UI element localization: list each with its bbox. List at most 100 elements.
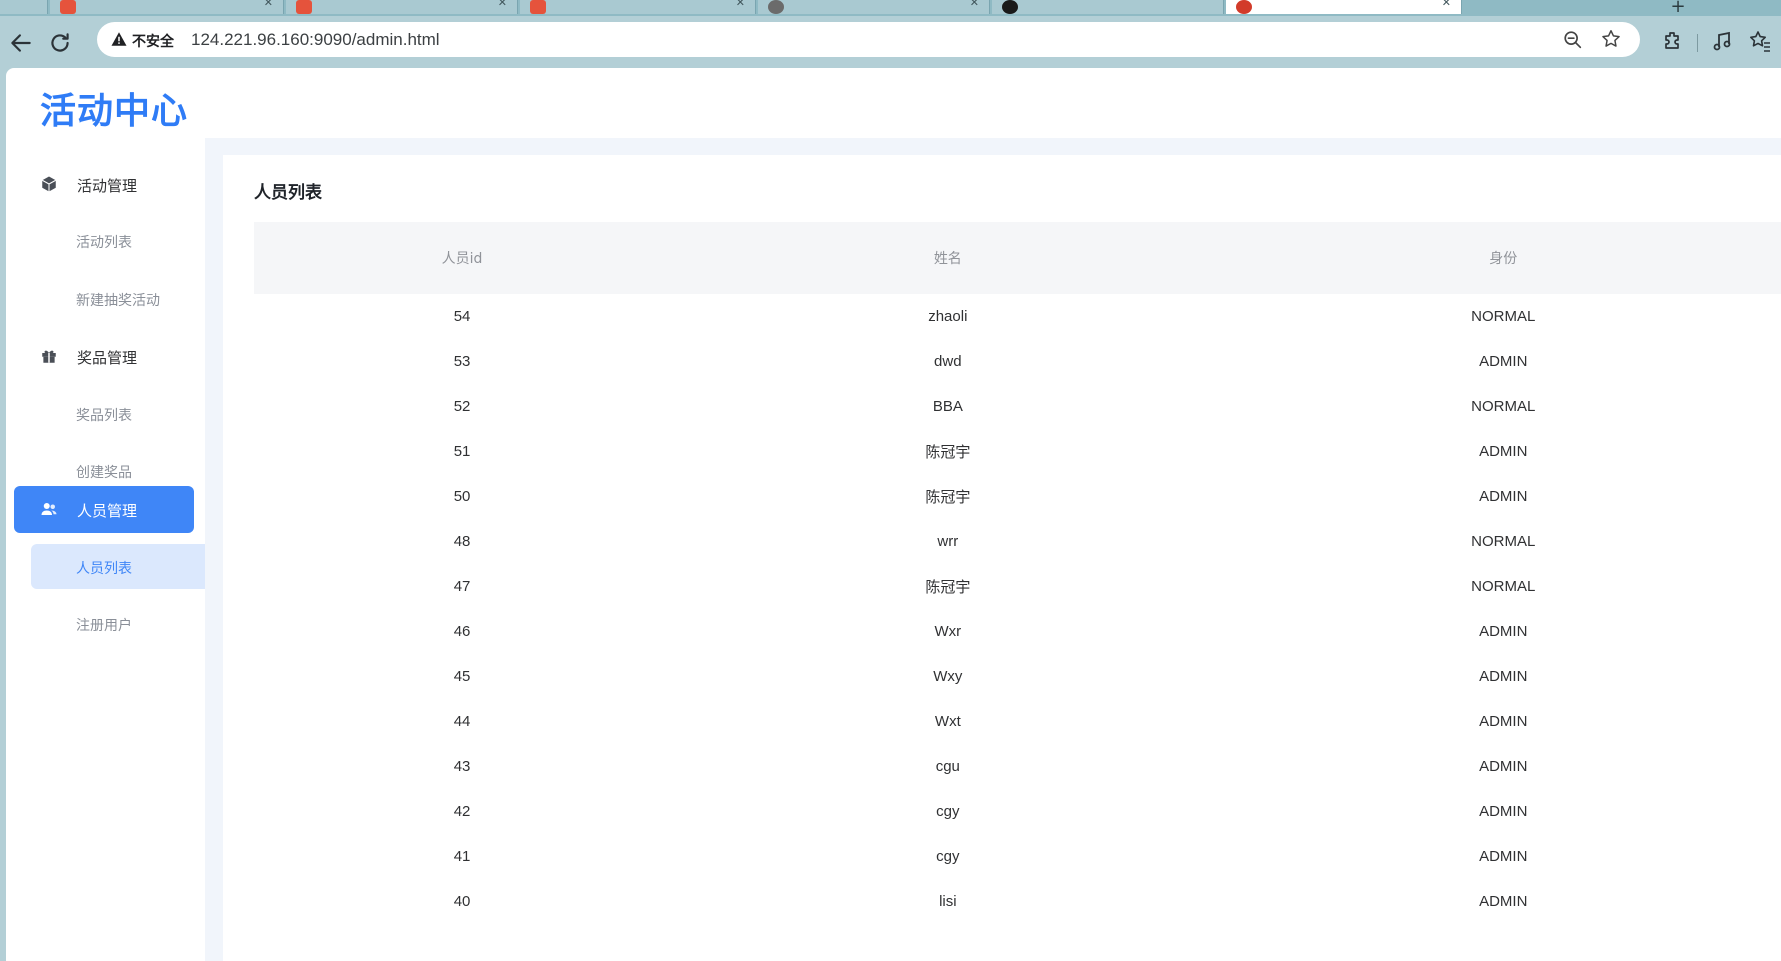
box-icon — [41, 176, 57, 192]
cell-role: NORMAL — [1471, 398, 1536, 415]
tab-close-icon[interactable]: ✕ — [498, 0, 507, 9]
cell-role: ADMIN — [1479, 713, 1528, 730]
cell-id: 43 — [453, 758, 471, 775]
sidebar-group-users[interactable]: 人员管理 — [14, 486, 194, 533]
app-logo[interactable]: 活动中心 — [40, 82, 188, 134]
cell-name: 陈冠宇 — [925, 489, 971, 506]
cell-role: ADMIN — [1479, 668, 1528, 685]
not-secure-label[interactable]: 不安全 — [132, 31, 174, 51]
cell-role: NORMAL — [1471, 578, 1536, 595]
favorites-icon[interactable] — [1748, 29, 1772, 53]
gift-icon — [42, 350, 56, 363]
sidebar-item-label: 新建抽奖活动 — [76, 293, 160, 309]
address-bar[interactable]: 不安全 124.221.96.160:9090/admin.html — [97, 22, 1640, 57]
column-header-name: 姓名 — [933, 251, 962, 267]
tab-close-icon[interactable]: ✕ — [264, 0, 273, 9]
users-icon — [41, 503, 57, 515]
sidebar-item-label: 创建奖品 — [76, 465, 132, 481]
table-row[interactable]: 52 BBA NORMAL — [254, 384, 1781, 429]
table-row[interactable]: 51 陈冠宇 ADMIN — [254, 429, 1781, 474]
cell-name: 陈冠宇 — [925, 444, 971, 461]
tab-close-icon[interactable]: ✕ — [736, 0, 745, 9]
column-header-role: 身份 — [1489, 251, 1518, 267]
cell-role: ADMIN — [1479, 893, 1528, 910]
csdn-favicon-icon — [60, 0, 76, 14]
sidebar-item-label: 活动列表 — [76, 235, 132, 251]
cell-name: lisi — [939, 893, 957, 910]
user-table: 人员id 姓名 身份 54 zhaoli NORMAL 53 dwd ADMIN 52 BBA… — [254, 222, 1781, 924]
browser-tab[interactable]: ✕ — [50, 0, 284, 14]
browser-tab[interactable] — [0, 0, 48, 14]
cell-role: ADMIN — [1479, 353, 1528, 370]
sidebar-group-label: 奖品管理 — [77, 349, 138, 367]
toolbar-divider — [1697, 34, 1698, 52]
table-row[interactable]: 47 陈冠宇 NORMAL — [254, 564, 1781, 609]
sidebar-item-register-user[interactable]: 注册用户 — [31, 601, 205, 646]
table-body: 54 zhaoli NORMAL 53 dwd ADMIN 52 BBA NORMAL 51 陈冠宇… — [254, 294, 1781, 924]
cell-id: 54 — [453, 308, 471, 325]
page-viewport: 活动中心 活动管理 活动列表 新建抽奖活动 奖品管理 奖品列表 创建奖品 人员管… — [6, 68, 1781, 961]
warning-icon[interactable] — [110, 30, 128, 48]
sidebar: 活动管理 活动列表 新建抽奖活动 奖品管理 奖品列表 创建奖品 人员管理 人员列… — [6, 138, 205, 961]
table-row[interactable]: 42 cgy ADMIN — [254, 789, 1781, 834]
back-arrow-icon[interactable] — [8, 30, 34, 56]
cell-role: ADMIN — [1479, 488, 1528, 505]
cell-id: 53 — [453, 353, 471, 370]
table-row[interactable]: 43 cgu ADMIN — [254, 744, 1781, 789]
cell-role: ADMIN — [1479, 623, 1528, 640]
table-header: 人员id 姓名 身份 — [254, 222, 1781, 294]
cell-role: ADMIN — [1479, 803, 1528, 820]
browser-tab[interactable] — [992, 0, 1224, 14]
table-row[interactable]: 48 wrr NORMAL — [254, 519, 1781, 564]
media-music-icon[interactable] — [1710, 29, 1734, 53]
sidebar-item-user-list[interactable]: 人员列表 — [31, 544, 205, 589]
cell-id: 51 — [453, 443, 471, 460]
sidebar-item-prize-list[interactable]: 奖品列表 — [31, 391, 205, 436]
user-list-card: 人员列表 人员id 姓名 身份 54 zhaoli NORMAL 53 dwd ADMIN… — [223, 155, 1781, 961]
csdn-favicon-icon — [296, 0, 312, 14]
browser-tab[interactable]: ✕ — [520, 0, 756, 14]
cell-id: 45 — [453, 668, 471, 685]
table-row[interactable]: 46 Wxr ADMIN — [254, 609, 1781, 654]
sidebar-item-label: 奖品列表 — [76, 408, 132, 424]
reload-icon[interactable] — [47, 30, 73, 56]
sidebar-group-activity[interactable]: 活动管理 — [14, 161, 194, 208]
cell-name: Wxt — [934, 713, 961, 730]
cell-id: 52 — [453, 398, 471, 415]
cell-id: 47 — [453, 578, 471, 595]
table-row[interactable]: 54 zhaoli NORMAL — [254, 294, 1781, 339]
table-row[interactable]: 53 dwd ADMIN — [254, 339, 1781, 384]
extensions-puzzle-icon[interactable] — [1661, 29, 1685, 53]
table-row[interactable]: 44 Wxt ADMIN — [254, 699, 1781, 744]
url-text[interactable]: 124.221.96.160:9090/admin.html — [191, 30, 440, 50]
bookmark-star-icon[interactable] — [1600, 28, 1622, 50]
new-tab-button[interactable]: + — [1664, 0, 1692, 16]
cell-id: 46 — [453, 623, 471, 640]
tab-close-icon[interactable]: ✕ — [1442, 0, 1451, 9]
table-row[interactable]: 40 lisi ADMIN — [254, 879, 1781, 924]
cell-name: Wxr — [934, 623, 962, 640]
sidebar-item-activity-list[interactable]: 活动列表 — [31, 218, 205, 263]
table-row[interactable]: 41 cgy ADMIN — [254, 834, 1781, 879]
cell-role: ADMIN — [1479, 848, 1528, 865]
table-row[interactable]: 50 陈冠宇 ADMIN — [254, 474, 1781, 519]
sidebar-item-new-lottery[interactable]: 新建抽奖活动 — [31, 276, 205, 321]
cell-name: BBA — [932, 398, 963, 415]
cell-name: cgy — [936, 803, 960, 820]
browser-tab[interactable]: ✕ — [758, 0, 990, 14]
cell-role: ADMIN — [1479, 758, 1528, 775]
sidebar-group-prizes[interactable]: 奖品管理 — [14, 333, 194, 380]
cell-name: wrr — [937, 533, 959, 550]
cell-id: 44 — [453, 713, 471, 730]
cell-role: NORMAL — [1471, 533, 1536, 550]
cell-name: 陈冠宇 — [925, 579, 971, 596]
column-header-id: 人员id — [441, 251, 483, 267]
cell-role: NORMAL — [1471, 308, 1536, 325]
tab-close-icon[interactable]: ✕ — [970, 0, 979, 9]
zoom-out-icon[interactable] — [1562, 29, 1584, 51]
browser-toolbar: 不安全 124.221.96.160:9090/admin.html — [0, 16, 1781, 68]
browser-tab[interactable]: ✕ — [286, 0, 518, 14]
browser-tab-strip: ✕ ✕ ✕ ✕ ✕ + — [0, 0, 1781, 16]
browser-tab-active[interactable]: ✕ — [1226, 0, 1462, 14]
table-row[interactable]: 45 Wxy ADMIN — [254, 654, 1781, 699]
